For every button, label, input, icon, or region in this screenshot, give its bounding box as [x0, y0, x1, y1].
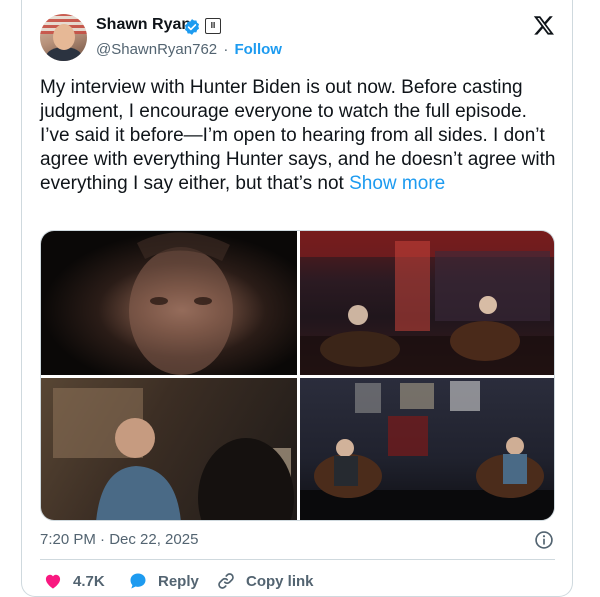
media-photo-1[interactable]: [41, 231, 297, 375]
show-more-link[interactable]: Show more: [349, 173, 445, 194]
copy-link-label: Copy link: [246, 572, 314, 590]
copy-link-button[interactable]: Copy link: [216, 571, 314, 591]
link-icon: [218, 573, 234, 589]
verified-icon: [184, 19, 200, 35]
avatar-head: [53, 24, 75, 50]
media-photo-2[interactable]: [300, 231, 554, 375]
handle-separator: ·: [223, 41, 229, 58]
handle[interactable]: @ShawnRyan762: [96, 41, 217, 58]
info-icon[interactable]: [534, 530, 554, 550]
media-photo-4[interactable]: [300, 378, 554, 520]
media-photo-3[interactable]: [41, 378, 297, 520]
tweet-text: My interview with Hunter Biden is out no…: [40, 76, 560, 196]
media-grid: [40, 230, 555, 521]
like-button[interactable]: 4.7K: [43, 571, 105, 591]
tweet-body: My interview with Hunter Biden is out no…: [40, 77, 556, 194]
heart-icon: [45, 574, 61, 589]
x-logo-icon[interactable]: [533, 14, 555, 36]
reply-label: Reply: [158, 572, 199, 590]
timestamp[interactable]: 7:20 PM · Dec 22, 2025: [40, 531, 198, 548]
reply-icon: [130, 573, 146, 589]
handle-line: @ShawnRyan762 · Follow: [96, 41, 282, 58]
divider: [40, 559, 555, 560]
avatar[interactable]: [40, 14, 87, 61]
reply-button[interactable]: Reply: [128, 571, 199, 591]
affiliate-badge[interactable]: II: [205, 18, 221, 34]
follow-button[interactable]: Follow: [234, 41, 282, 58]
like-count: 4.7K: [73, 572, 105, 590]
author-name[interactable]: Shawn Ryan: [96, 16, 191, 34]
